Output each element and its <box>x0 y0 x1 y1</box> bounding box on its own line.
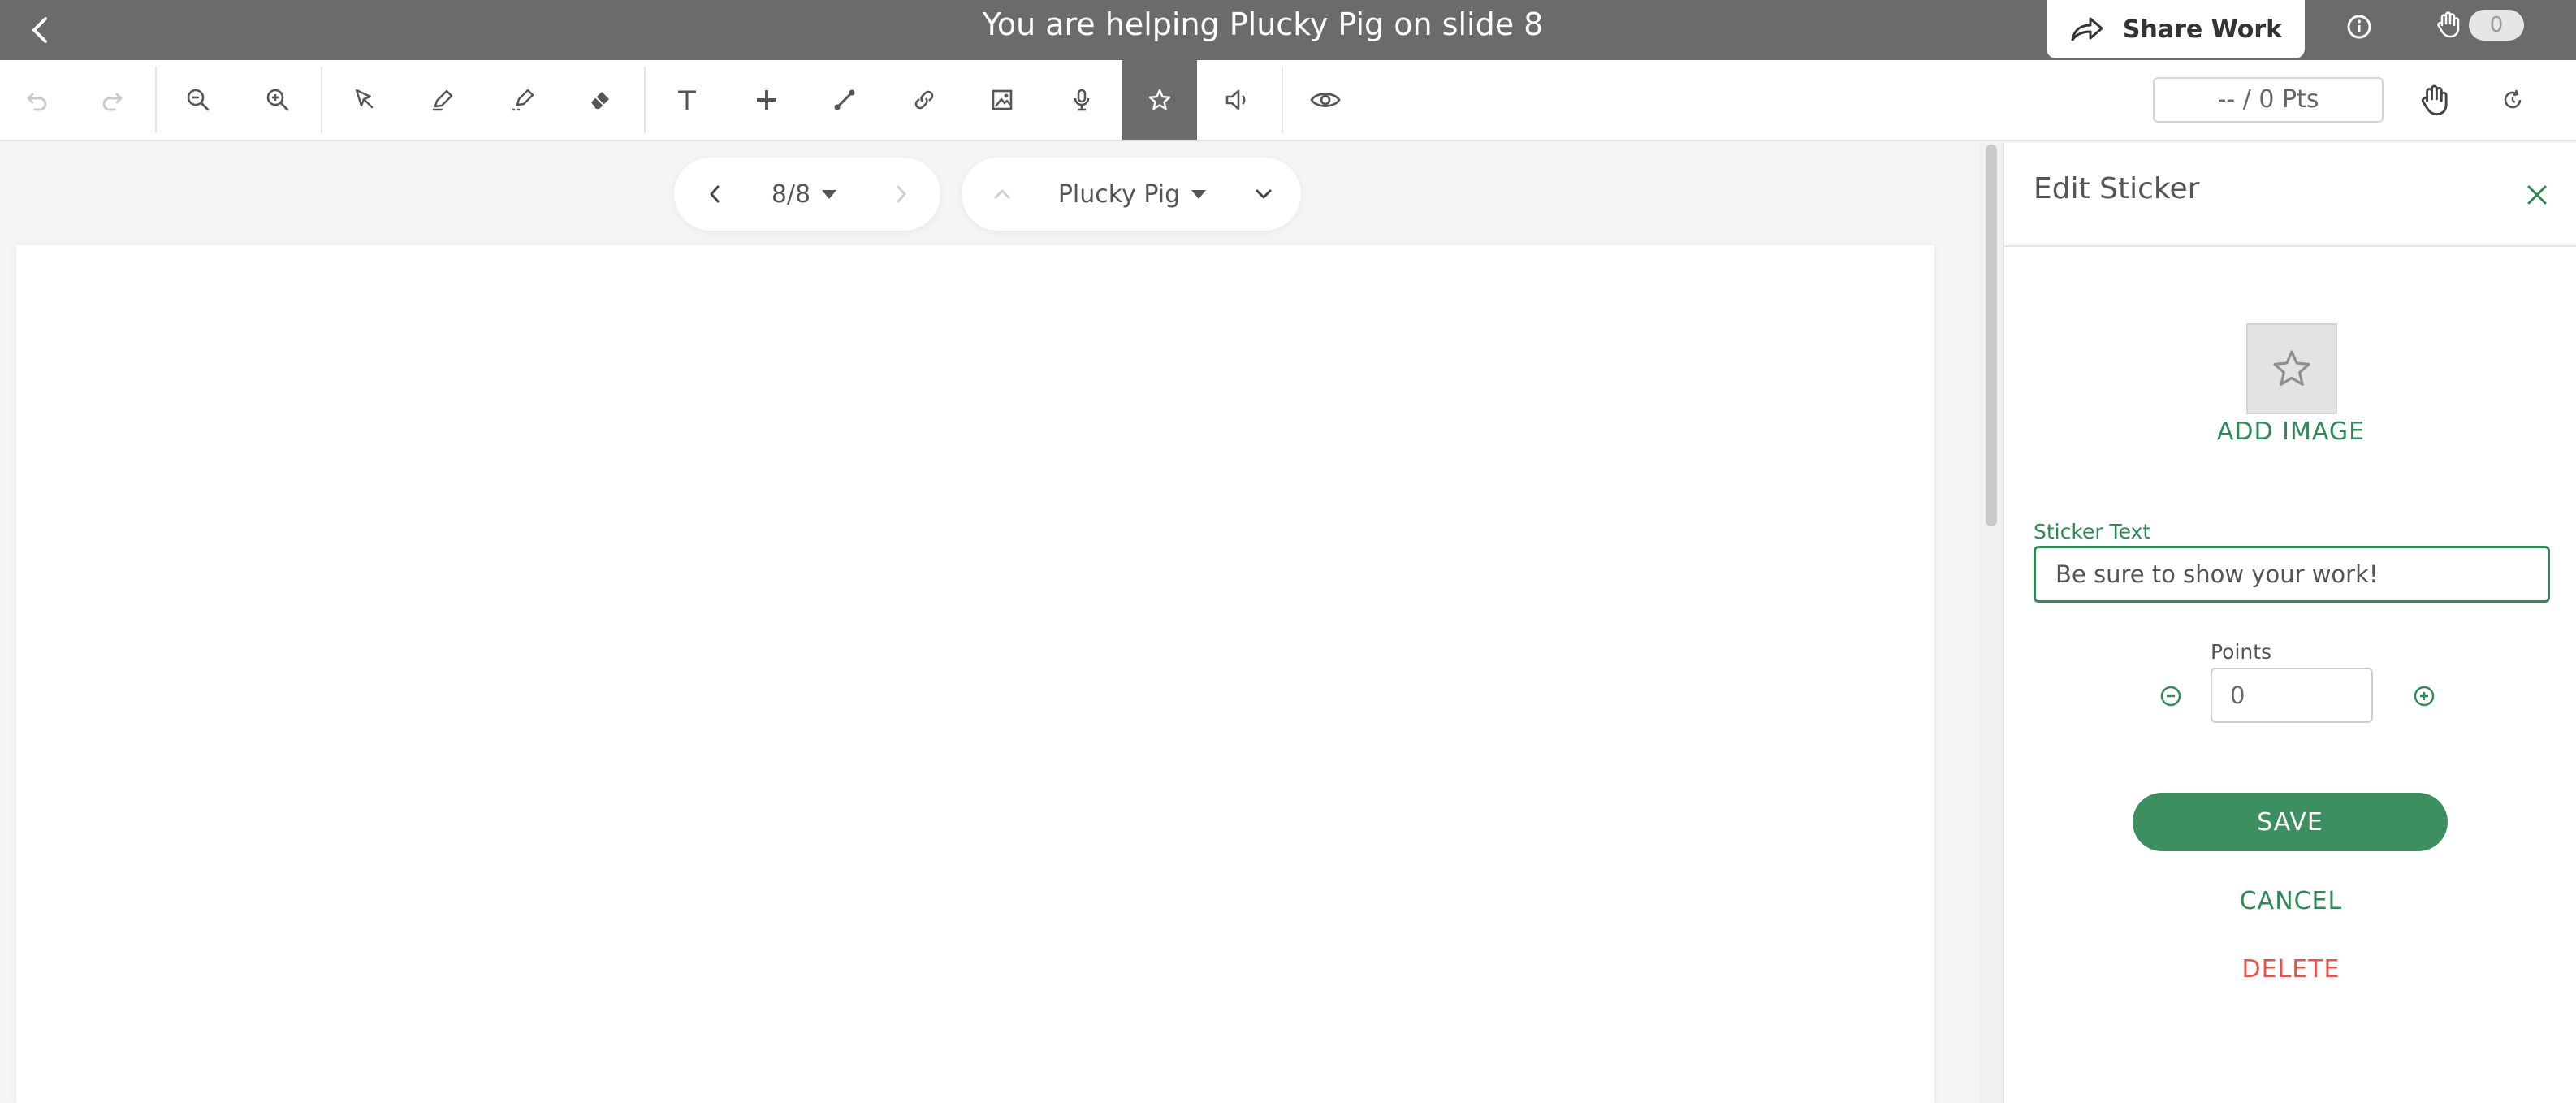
microphone-icon <box>1074 89 1090 111</box>
highlighter-icon <box>512 89 534 111</box>
preview-button[interactable] <box>1288 60 1363 140</box>
points-label: Points <box>2211 640 2272 664</box>
slide-navigator: 8/8 <box>674 158 940 231</box>
previous-slide-button[interactable] <box>690 158 739 231</box>
highlighter-tool-button[interactable] <box>486 60 560 140</box>
next-student-button[interactable] <box>1238 158 1290 231</box>
panel-header: Edit Sticker <box>2004 143 2576 247</box>
decrease-points-button[interactable] <box>2149 674 2193 718</box>
star-icon <box>2273 350 2310 386</box>
shape-tool-button[interactable] <box>729 60 804 140</box>
edit-sticker-panel: Edit Sticker ADD IMAGE Sticker Text Poin… <box>2003 143 2576 1103</box>
toolbar: -- / 0 Pts <box>0 60 2576 141</box>
toolbar-divider <box>1282 67 1283 133</box>
toolbar-divider <box>644 67 646 133</box>
slide-position-label: 8/8 <box>771 180 811 209</box>
close-icon <box>2527 185 2547 205</box>
sticker-tool-button[interactable] <box>1122 60 1197 140</box>
raise-hand-button[interactable] <box>2397 60 2472 140</box>
redo-icon <box>102 93 123 111</box>
sticker-star-icon <box>1148 89 1171 110</box>
link-icon <box>914 90 934 110</box>
sticker-text-input[interactable] <box>2034 546 2550 603</box>
sticker-image-placeholder[interactable] <box>2246 323 2337 414</box>
raised-hands-count: 0 <box>2469 10 2524 41</box>
minus-circle-icon <box>2160 686 2181 707</box>
eye-icon <box>1310 93 1341 107</box>
chevron-up-icon <box>994 189 1010 199</box>
top-bar: You are helping Plucky Pig on slide 8 Sh… <box>0 0 2576 60</box>
hand-icon <box>2437 11 2460 38</box>
eraser-icon <box>591 92 609 109</box>
eraser-tool-button[interactable] <box>564 60 638 140</box>
image-icon <box>992 89 1013 110</box>
toolbar-divider <box>155 67 157 133</box>
points-input[interactable] <box>2211 668 2373 723</box>
increase-points-button[interactable] <box>2402 674 2446 718</box>
student-select-dropdown[interactable]: Plucky Pig <box>1035 158 1230 231</box>
points-display: -- / 0 Pts <box>2153 77 2384 123</box>
info-icon <box>2347 15 2371 39</box>
chevron-left-icon <box>710 185 720 203</box>
image-tool-button[interactable] <box>965 60 1039 140</box>
pen-icon <box>432 89 453 111</box>
select-tool-button[interactable] <box>328 60 403 140</box>
hand-icon <box>2421 84 2448 116</box>
audio-record-tool-button[interactable] <box>1044 60 1119 140</box>
cancel-button[interactable]: CANCEL <box>2004 882 2576 921</box>
add-image-button[interactable]: ADD IMAGE <box>2004 417 2576 446</box>
refresh-icon <box>2504 89 2522 109</box>
chevron-down-icon <box>1256 189 1272 199</box>
zoom-in-button[interactable] <box>240 60 315 140</box>
canvas-scrollbar[interactable] <box>1980 143 2003 1103</box>
save-button[interactable]: SAVE <box>2133 793 2448 851</box>
student-name-label: Plucky Pig <box>1057 180 1181 209</box>
delete-button[interactable]: DELETE <box>2004 950 2576 989</box>
text-tool-button[interactable] <box>650 60 724 140</box>
select-icon <box>355 89 374 109</box>
share-work-button[interactable]: Share Work <box>2047 0 2305 58</box>
link-tool-button[interactable] <box>887 60 962 140</box>
speaker-icon <box>1225 89 1246 110</box>
raised-hands-button[interactable] <box>2433 8 2464 41</box>
refresh-button[interactable] <box>2475 60 2550 140</box>
zoom-out-button[interactable] <box>161 60 236 140</box>
info-button[interactable] <box>2342 10 2376 44</box>
share-work-label: Share Work <box>2122 15 2283 44</box>
scrollbar-thumb[interactable] <box>1986 145 1997 526</box>
student-navigator: Plucky Pig <box>962 158 1301 231</box>
caret-down-icon <box>1191 189 1207 199</box>
slide-canvas[interactable] <box>16 245 1934 1103</box>
caret-down-icon <box>822 189 837 199</box>
shape-icon <box>757 90 776 110</box>
speaker-tool-button[interactable] <box>1200 60 1275 140</box>
share-icon <box>2071 17 2103 41</box>
chevron-right-icon <box>897 185 906 203</box>
text-icon <box>678 90 696 110</box>
zoom-in-icon <box>266 89 289 111</box>
toolbar-divider <box>321 67 322 133</box>
next-slide-button[interactable] <box>877 158 926 231</box>
plus-circle-icon <box>2414 686 2435 707</box>
slide-select-dropdown[interactable]: 8/8 <box>739 158 869 231</box>
line-tool-button[interactable] <box>807 60 882 140</box>
close-panel-button[interactable] <box>2516 174 2558 216</box>
zoom-out-icon <box>187 89 210 111</box>
panel-title: Edit Sticker <box>2034 172 2200 205</box>
line-icon <box>834 89 855 110</box>
pen-tool-button[interactable] <box>406 60 481 140</box>
sticker-text-label: Sticker Text <box>2034 520 2151 543</box>
undo-button[interactable] <box>0 60 75 140</box>
redo-button[interactable] <box>75 60 149 140</box>
previous-student-button[interactable] <box>976 158 1028 231</box>
undo-icon <box>27 93 47 111</box>
